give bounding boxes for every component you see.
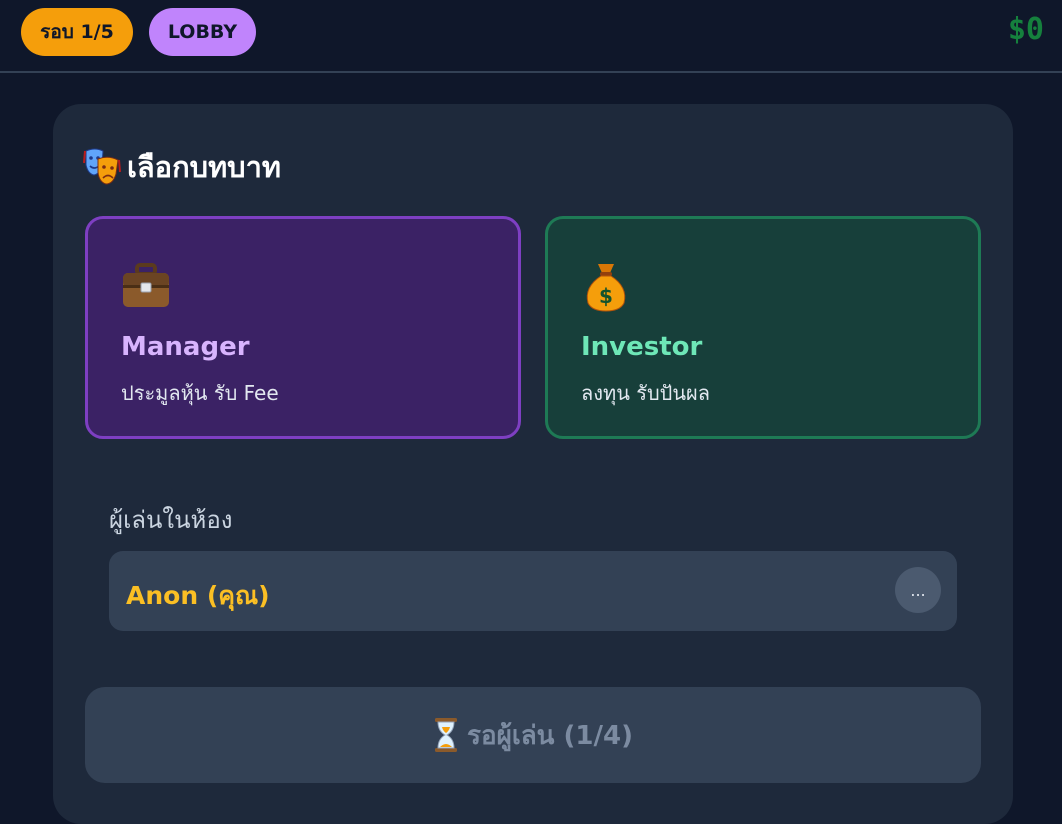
theater-masks-icon: [83, 148, 121, 185]
money-bag-icon: $: [586, 264, 626, 312]
role-name: Manager: [121, 332, 250, 362]
role-card-manager[interactable]: Manager ประมูลหุ้น รับ Fee: [85, 216, 521, 439]
svg-text:$: $: [599, 284, 613, 308]
hourglass-icon: [435, 718, 458, 752]
waiting-players-label: รอผู้เล่น (1/4): [467, 720, 633, 751]
player-name: Anon (คุณ): [126, 581, 270, 610]
top-bar: รอบ 1/5 LOBBY $0: [0, 0, 1062, 73]
player-row: Anon (คุณ) ...: [109, 551, 957, 631]
phase-badge: LOBBY: [149, 8, 256, 56]
briefcase-icon: [123, 263, 169, 307]
panel-title: เลือกบทบาท: [83, 144, 281, 190]
role-select-panel: เลือกบทบาท Manager ประมูลหุ้น รับ Fee $ …: [53, 104, 1013, 824]
panel-title-text: เลือกบทบาท: [127, 150, 281, 184]
waiting-players-button[interactable]: รอผู้เล่น (1/4): [85, 687, 981, 783]
role-name: Investor: [581, 332, 703, 362]
round-badge: รอบ 1/5: [21, 8, 133, 56]
player-menu-button[interactable]: ...: [895, 567, 941, 613]
role-card-investor[interactable]: $ Investor ลงทุน รับปันผล: [545, 216, 981, 439]
players-section-label: ผู้เล่นในห้อง: [109, 506, 233, 534]
role-description: ประมูลหุ้น รับ Fee: [121, 381, 279, 405]
role-description: ลงทุน รับปันผล: [581, 381, 711, 405]
balance-display: $0: [1007, 12, 1044, 47]
